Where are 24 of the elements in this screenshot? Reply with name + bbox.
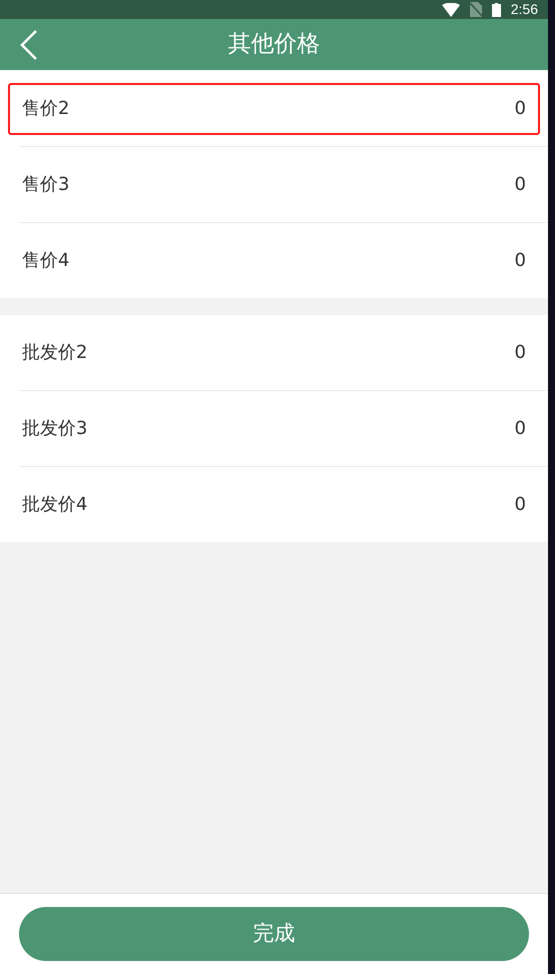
row-value: 0 (514, 493, 526, 517)
row-label: 批发价3 (22, 417, 88, 441)
price-row[interactable]: 批发价3 0 (8, 402, 540, 454)
row-value: 0 (514, 417, 526, 441)
price-row[interactable]: 售价4 0 (8, 234, 540, 286)
row-value: 0 (514, 249, 526, 273)
status-time: 2:56 (510, 0, 538, 19)
done-button[interactable]: 完成 (19, 907, 529, 961)
row-label: 批发价2 (22, 341, 88, 365)
row-value: 0 (514, 97, 526, 121)
row-label: 售价3 (22, 173, 70, 197)
price-row[interactable]: 售价2 0 (8, 82, 540, 134)
row-value: 0 (514, 173, 526, 197)
row-value: 0 (514, 341, 526, 365)
price-row[interactable]: 批发价2 0 (8, 326, 540, 378)
price-row[interactable]: 批发价4 0 (8, 478, 540, 530)
row-label: 售价2 (22, 97, 70, 121)
back-icon (20, 30, 38, 60)
row-label: 售价4 (22, 249, 70, 273)
page-title: 其他价格 (228, 30, 320, 60)
wifi-icon (442, 2, 460, 16)
battery-icon (492, 2, 501, 16)
price-row[interactable]: 售价3 0 (8, 158, 540, 210)
row-label: 批发价4 (22, 493, 88, 517)
